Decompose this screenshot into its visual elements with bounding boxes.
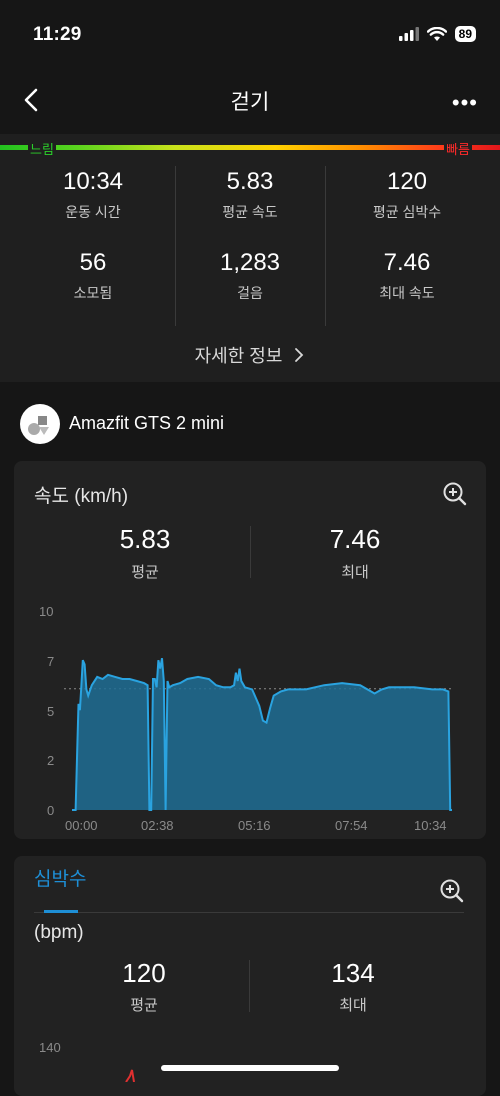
stat-divider — [175, 166, 176, 326]
details-link[interactable]: 자세한 정보 — [0, 342, 500, 368]
stat-avg-speed: 5.83 평균 속도 — [175, 168, 325, 222]
more-options-icon[interactable]: ••• — [452, 90, 478, 116]
wifi-icon — [426, 26, 447, 41]
y-tick: 140 — [39, 1040, 61, 1055]
details-link-label: 자세한 정보 — [194, 346, 283, 366]
stat-calories: 56 소모됨 — [18, 249, 168, 303]
pace-slow-label: 느림 — [28, 139, 56, 158]
y-tick: 7 — [47, 654, 55, 669]
hr-line-peak — [125, 1069, 135, 1082]
stat-label: 소모됨 — [73, 285, 113, 301]
stat-value: 5.83 — [226, 168, 274, 195]
stat-value: 7.46 — [383, 249, 431, 276]
zoom-in-icon[interactable] — [439, 878, 465, 904]
speed-card-title: 속도 (km/h) — [34, 486, 129, 507]
x-tick: 10:34 — [414, 818, 447, 833]
battery-indicator: 89 — [454, 26, 476, 42]
y-tick: 5 — [47, 704, 55, 719]
status-icons: 89 — [398, 26, 476, 42]
home-indicator — [161, 1065, 339, 1071]
stat-avg-hr: 120 평균 심박수 — [332, 168, 482, 222]
stat-label: 평균 속도 — [222, 204, 278, 220]
device-icon — [20, 404, 60, 444]
speed-max-label: 최대 — [341, 564, 369, 581]
status-time: 11:29 — [33, 24, 82, 45]
pace-fast-label: 빠름 — [444, 139, 472, 158]
speed-avg-value: 5.83 — [119, 524, 171, 554]
page-title: 걷기 — [230, 91, 270, 114]
tab-separator — [34, 912, 464, 913]
stat-steps: 1,283 걸음 — [175, 249, 325, 303]
tab-heart-rate[interactable]: 심박수 — [34, 864, 86, 891]
stat-label: 최대 속도 — [379, 285, 435, 301]
speed-summary-divider — [250, 526, 251, 578]
speed-chart — [64, 658, 452, 811]
hr-avg-label: 평균 — [130, 997, 158, 1014]
speed-max-value: 7.46 — [329, 524, 381, 554]
stat-max-speed: 7.46 최대 속도 — [332, 249, 482, 303]
hr-avg-value: 120 — [122, 958, 166, 988]
speed-area — [72, 658, 452, 810]
stat-label: 운동 시간 — [65, 204, 121, 220]
hr-summary-divider — [249, 960, 250, 1012]
hr-max-label: 최대 — [339, 997, 367, 1014]
x-tick: 05:16 — [238, 818, 271, 833]
pace-gradient-bar — [0, 145, 500, 150]
x-tick: 07:54 — [335, 818, 368, 833]
x-tick: 02:38 — [141, 818, 174, 833]
device-name: Amazfit GTS 2 mini — [69, 413, 225, 433]
y-tick: 10 — [39, 604, 54, 619]
stat-value: 120 — [386, 168, 428, 195]
speed-avg-label: 평균 — [131, 564, 159, 581]
hr-max-value: 134 — [331, 958, 375, 988]
y-tick: 0 — [47, 803, 55, 818]
signal-icon — [398, 27, 419, 41]
y-tick: 2 — [47, 753, 55, 768]
stat-label: 걸음 — [237, 285, 263, 301]
stat-divider — [325, 166, 326, 326]
stat-value: 10:34 — [62, 168, 124, 195]
chevron-right-icon — [295, 348, 304, 362]
zoom-in-icon[interactable] — [442, 481, 468, 507]
hr-unit: (bpm) — [34, 922, 84, 943]
stat-value: 1,283 — [219, 249, 281, 276]
x-tick: 00:00 — [65, 818, 98, 833]
tab-active-underline — [44, 910, 78, 913]
stat-duration: 10:34 운동 시간 — [18, 168, 168, 222]
stat-value: 56 — [79, 249, 107, 276]
stat-label: 평균 심박수 — [372, 204, 442, 220]
